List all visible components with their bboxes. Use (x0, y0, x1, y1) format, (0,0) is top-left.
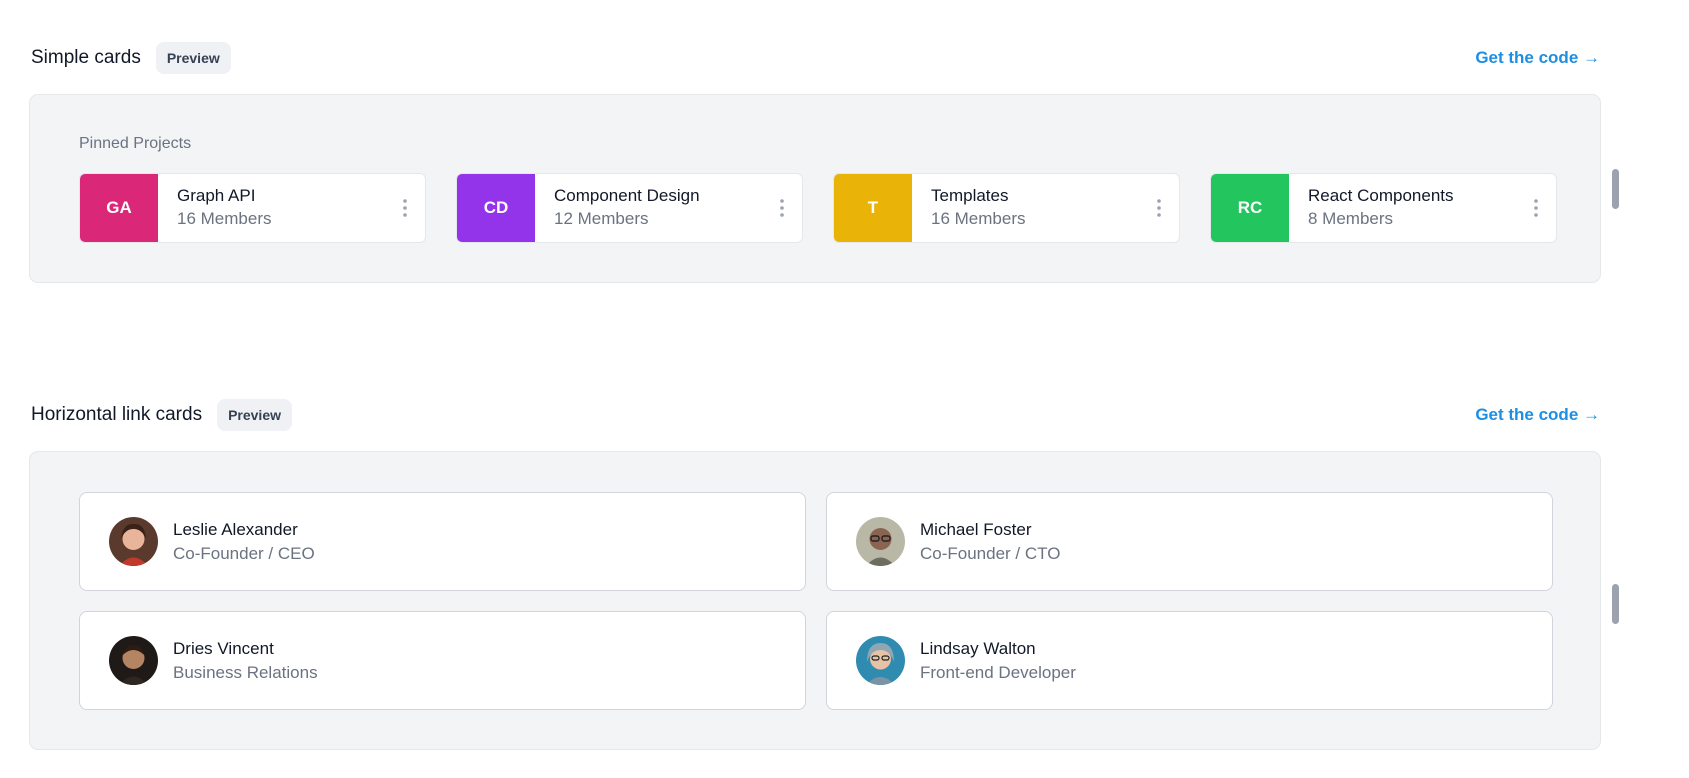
project-members: 12 Members (554, 209, 649, 228)
project-card-templates[interactable]: T Templates 16 Members (833, 173, 1180, 243)
project-info: Component Design 12 Members (535, 174, 762, 242)
project-name[interactable]: Component Design (554, 184, 762, 207)
person-role: Business Relations (173, 662, 318, 682)
project-info: Graph API 16 Members (158, 174, 385, 242)
project-name[interactable]: Templates (931, 184, 1139, 207)
avatar (109, 636, 158, 685)
preview-scrollbar-thumb[interactable] (1612, 169, 1619, 209)
project-initials: CD (457, 174, 535, 242)
get-the-code-link[interactable]: Get the code → (1475, 405, 1600, 425)
person-role: Co-Founder / CTO (920, 543, 1061, 563)
person-card-michael-foster[interactable]: Michael Foster Co-Founder / CTO (826, 492, 1553, 591)
avatar (856, 636, 905, 685)
person-card-dries-vincent[interactable]: Dries Vincent Business Relations (79, 611, 806, 710)
project-initials: RC (1211, 174, 1289, 242)
horizontal-link-cards-preview-panel: Leslie Alexander Co-Founder / CEO Michae… (29, 451, 1601, 750)
more-options-icon[interactable] (762, 174, 802, 242)
person-card-leslie-alexander[interactable]: Leslie Alexander Co-Founder / CEO (79, 492, 806, 591)
simple-cards-preview-panel: Pinned Projects GA Graph API 16 Members … (29, 94, 1601, 283)
get-the-code-link[interactable]: Get the code → (1475, 48, 1600, 68)
avatar (856, 517, 905, 566)
project-members: 8 Members (1308, 209, 1394, 228)
more-options-icon[interactable] (1139, 174, 1179, 242)
avatar (109, 517, 158, 566)
person-role: Co-Founder / CEO (173, 543, 315, 563)
project-card-react-components[interactable]: RC React Components 8 Members (1210, 173, 1557, 243)
project-name[interactable]: Graph API (177, 184, 385, 207)
project-name[interactable]: React Components (1308, 184, 1516, 207)
more-options-icon[interactable] (385, 174, 425, 242)
person-info: Dries Vincent Business Relations (173, 637, 318, 685)
person-name: Michael Foster (920, 519, 1032, 539)
project-info: React Components 8 Members (1289, 174, 1516, 242)
preview-badge[interactable]: Preview (155, 42, 231, 74)
preview-scrollbar-thumb[interactable] (1612, 584, 1619, 624)
person-name: Lindsay Walton (920, 638, 1036, 658)
person-info: Michael Foster Co-Founder / CTO (920, 518, 1060, 566)
more-options-icon[interactable] (1516, 174, 1556, 242)
project-card-graph-api[interactable]: GA Graph API 16 Members (79, 173, 426, 243)
preview-badge[interactable]: Preview (217, 399, 293, 431)
project-members: 16 Members (177, 209, 272, 228)
project-card-component-design[interactable]: CD Component Design 12 Members (456, 173, 803, 243)
simple-cards-header: Simple cards Preview Get the code → (31, 41, 1600, 75)
project-initials: T (834, 174, 912, 242)
person-role: Front-end Developer (920, 662, 1076, 682)
person-name: Leslie Alexander (173, 519, 298, 539)
project-info: Templates 16 Members (912, 174, 1139, 242)
project-initials: GA (80, 174, 158, 242)
horizontal-link-cards-header: Horizontal link cards Preview Get the co… (31, 398, 1600, 432)
person-name: Dries Vincent (173, 638, 274, 658)
person-card-lindsay-walton[interactable]: Lindsay Walton Front-end Developer (826, 611, 1553, 710)
section-title: Simple cards (31, 47, 141, 68)
person-info: Lindsay Walton Front-end Developer (920, 637, 1076, 685)
project-members: 16 Members (931, 209, 1026, 228)
person-info: Leslie Alexander Co-Founder / CEO (173, 518, 315, 566)
pinned-projects-label: Pinned Projects (79, 135, 192, 152)
section-title: Horizontal link cards (31, 404, 203, 425)
